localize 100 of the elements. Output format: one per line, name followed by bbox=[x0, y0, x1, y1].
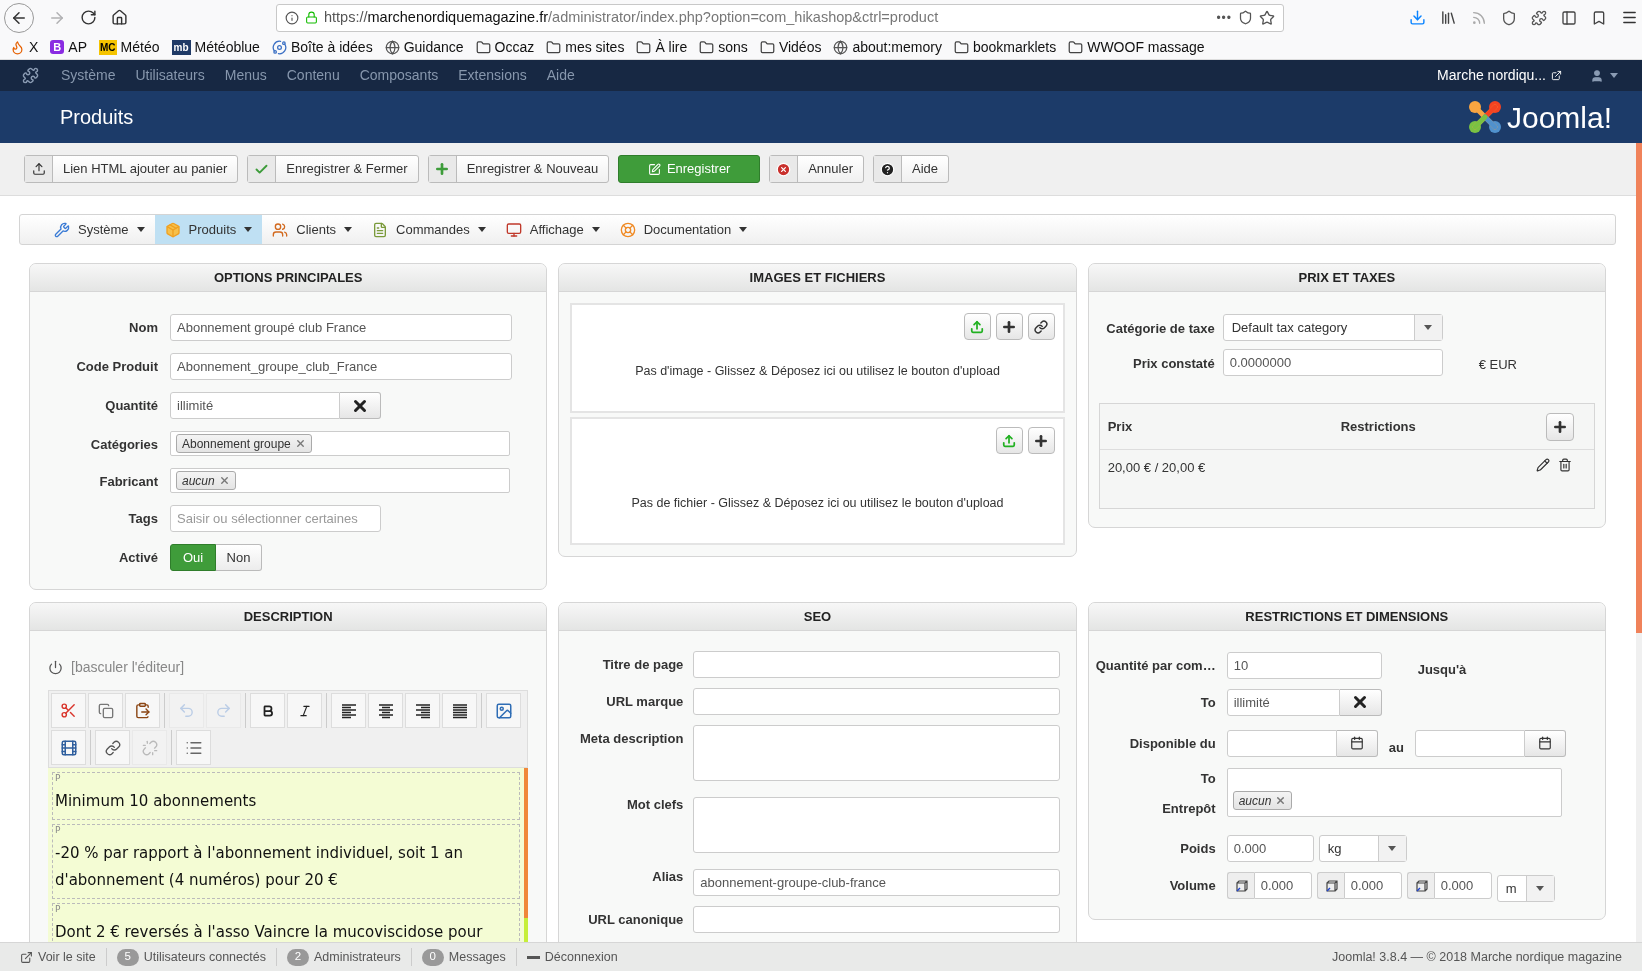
bookmark-item[interactable]: AP bbox=[68, 36, 88, 58]
submenu-tab[interactable]: Produits bbox=[154, 215, 263, 244]
admin-menu-item[interactable]: Utilisateurs bbox=[135, 65, 205, 86]
submenu-tab[interactable]: Clients bbox=[262, 215, 363, 244]
toolbar-button[interactable]: Enregistrer & Fermer bbox=[247, 155, 419, 183]
download-icon[interactable] bbox=[1409, 9, 1426, 26]
add-button[interactable] bbox=[1546, 412, 1574, 441]
status-link[interactable]: Utilisateurs connectés bbox=[143, 947, 266, 967]
submenu-tab[interactable]: Commandes bbox=[362, 215, 496, 244]
admin-menu-item[interactable]: Extensions bbox=[458, 65, 527, 86]
editor-button[interactable] bbox=[51, 730, 86, 765]
bookmark-item[interactable]: about:memory bbox=[852, 36, 942, 58]
input-field[interactable]: illimité bbox=[170, 392, 340, 419]
status-link[interactable]: Administrateurs bbox=[313, 947, 401, 967]
bookmark-item[interactable]: mes sites bbox=[565, 36, 625, 58]
input-field[interactable]: Abonnement groupé club France bbox=[170, 314, 512, 341]
edit-icon[interactable] bbox=[1536, 458, 1550, 472]
add-button[interactable] bbox=[1027, 427, 1055, 454]
input-field[interactable]: 10 bbox=[1226, 652, 1382, 679]
clear-button[interactable] bbox=[340, 392, 381, 419]
input-field[interactable]: 0.000 bbox=[1343, 872, 1402, 899]
input-field[interactable] bbox=[1414, 729, 1525, 757]
unit-select[interactable]: m bbox=[1496, 875, 1555, 902]
bookmark-item[interactable]: X bbox=[29, 36, 39, 58]
home-icon[interactable] bbox=[111, 9, 128, 26]
toolbar-button[interactable]: Aide bbox=[873, 155, 949, 183]
status-link[interactable]: Déconnexion bbox=[544, 947, 618, 967]
toolbar-button[interactable]: Enregistrer & Nouveau bbox=[427, 155, 610, 183]
sidebar-icon[interactable] bbox=[1561, 9, 1577, 26]
editor-button[interactable] bbox=[405, 693, 440, 728]
tag-chip[interactable]: Abonnement groupe bbox=[176, 434, 312, 453]
input-field[interactable]: 0.000 bbox=[1226, 835, 1314, 862]
submenu-tab[interactable]: Système bbox=[44, 215, 155, 244]
tag-field[interactable]: Abonnement groupe bbox=[170, 431, 510, 456]
bookmark-item[interactable]: sons bbox=[718, 36, 748, 58]
admin-menu-item[interactable]: Menus bbox=[224, 65, 267, 86]
bookmark-item[interactable]: Occaz bbox=[494, 36, 535, 58]
star-icon[interactable] bbox=[1259, 9, 1275, 26]
remove-icon[interactable] bbox=[218, 475, 230, 486]
input-field[interactable]: 0.000 bbox=[1253, 872, 1312, 899]
bookmark-item[interactable]: Météoblue bbox=[194, 36, 260, 58]
reload-icon[interactable] bbox=[80, 9, 97, 26]
tag-field[interactable]: aucun bbox=[1226, 768, 1562, 817]
delete-icon[interactable] bbox=[1558, 458, 1572, 472]
unit-select[interactable]: kg bbox=[1318, 835, 1407, 862]
site-link[interactable]: Marche nordiqu... bbox=[1437, 65, 1546, 86]
admin-menu-item[interactable]: Contenu bbox=[286, 65, 340, 86]
editor-button[interactable] bbox=[331, 693, 366, 728]
bookmark-item[interactable]: Guidance bbox=[403, 36, 464, 58]
drop-zone[interactable]: Pas de fichier - Glissez & Déposez ici ou utilisez le bouton d'upload bbox=[570, 417, 1065, 545]
input-field[interactable]: 0.0000000 bbox=[1222, 349, 1443, 376]
input-field[interactable]: abonnement-groupe-club-france bbox=[693, 869, 1061, 896]
bookmark-item[interactable]: Vidéos bbox=[778, 36, 822, 58]
input-field[interactable]: illimité bbox=[1226, 688, 1340, 716]
status-link[interactable]: Messages bbox=[448, 947, 506, 967]
calendar-button[interactable] bbox=[1336, 729, 1378, 757]
tag-chip[interactable]: aucun bbox=[1232, 791, 1293, 810]
status-link[interactable]: Voir le site bbox=[38, 947, 96, 967]
library-icon[interactable] bbox=[1440, 9, 1457, 26]
remove-icon[interactable] bbox=[1275, 795, 1287, 806]
admin-menu-item[interactable]: Système bbox=[61, 65, 116, 86]
drop-zone[interactable]: Pas d'image - Glissez & Déposez ici ou utilisez le bouton d'upload bbox=[570, 303, 1065, 413]
input-field[interactable]: 0.000 bbox=[1433, 872, 1492, 899]
remove-icon[interactable] bbox=[294, 438, 306, 449]
tax-select[interactable]: Default tax category bbox=[1222, 314, 1443, 341]
toolbar-button[interactable]: Lien HTML ajouter au panier bbox=[24, 155, 239, 183]
editor-button[interactable] bbox=[125, 693, 160, 728]
tag-chip[interactable]: aucun bbox=[176, 471, 236, 490]
admin-menu-item[interactable]: Aide bbox=[546, 65, 575, 86]
clear-button[interactable] bbox=[1339, 688, 1382, 716]
input-field[interactable]: Saisir ou sélectionner certaines bbox=[170, 505, 381, 532]
page-actions-button[interactable]: ••• bbox=[1216, 8, 1232, 27]
input-field[interactable] bbox=[693, 906, 1061, 933]
editor-button[interactable] bbox=[250, 693, 285, 728]
user-icon[interactable] bbox=[1590, 68, 1604, 83]
url-field[interactable]: https://marchenordiquemagazine.fr/administrator/index.php?option=com_hikashop&ctrl=product ••• bbox=[276, 3, 1284, 32]
input-field[interactable] bbox=[693, 688, 1061, 715]
editor-button[interactable] bbox=[368, 693, 403, 728]
editor-content[interactable]: P Minimum 10 abonnements P -20 % par rapport à l'abonnement individuel, soit 1 an d'abonnement (4 numéros) pour 20 € P Dont 2 € reversés à l'asso Vaincre la mucoviscidose pour bbox=[48, 768, 525, 942]
link-button[interactable] bbox=[1027, 313, 1055, 340]
bookmark-item[interactable]: Boîte à idées bbox=[290, 36, 373, 58]
shield-icon[interactable] bbox=[1501, 9, 1517, 26]
calendar-button[interactable] bbox=[1524, 729, 1566, 757]
bookmark-item[interactable]: Météo bbox=[120, 36, 160, 58]
bookmark-icon[interactable] bbox=[1591, 9, 1607, 26]
bookmark-item[interactable]: À lire bbox=[655, 36, 688, 58]
submenu-tab[interactable]: Documentation bbox=[609, 215, 758, 244]
add-button[interactable] bbox=[995, 313, 1023, 340]
admin-menu-item[interactable]: Composants bbox=[359, 65, 439, 86]
bookmark-item[interactable]: bookmarklets bbox=[972, 36, 1057, 58]
menu-icon[interactable] bbox=[1621, 9, 1638, 26]
submenu-tab[interactable]: Affichage bbox=[495, 215, 610, 244]
toolbar-button[interactable]: Annuler bbox=[769, 155, 864, 183]
bookmark-item[interactable]: WWOOF massage bbox=[1087, 36, 1205, 58]
editor-button[interactable] bbox=[442, 693, 477, 728]
input-field[interactable] bbox=[1226, 729, 1337, 757]
extension-icon[interactable] bbox=[1531, 9, 1547, 26]
tag-field[interactable]: aucun bbox=[170, 468, 510, 493]
toggle-option[interactable]: Non bbox=[216, 544, 262, 571]
input-field[interactable] bbox=[693, 651, 1061, 678]
